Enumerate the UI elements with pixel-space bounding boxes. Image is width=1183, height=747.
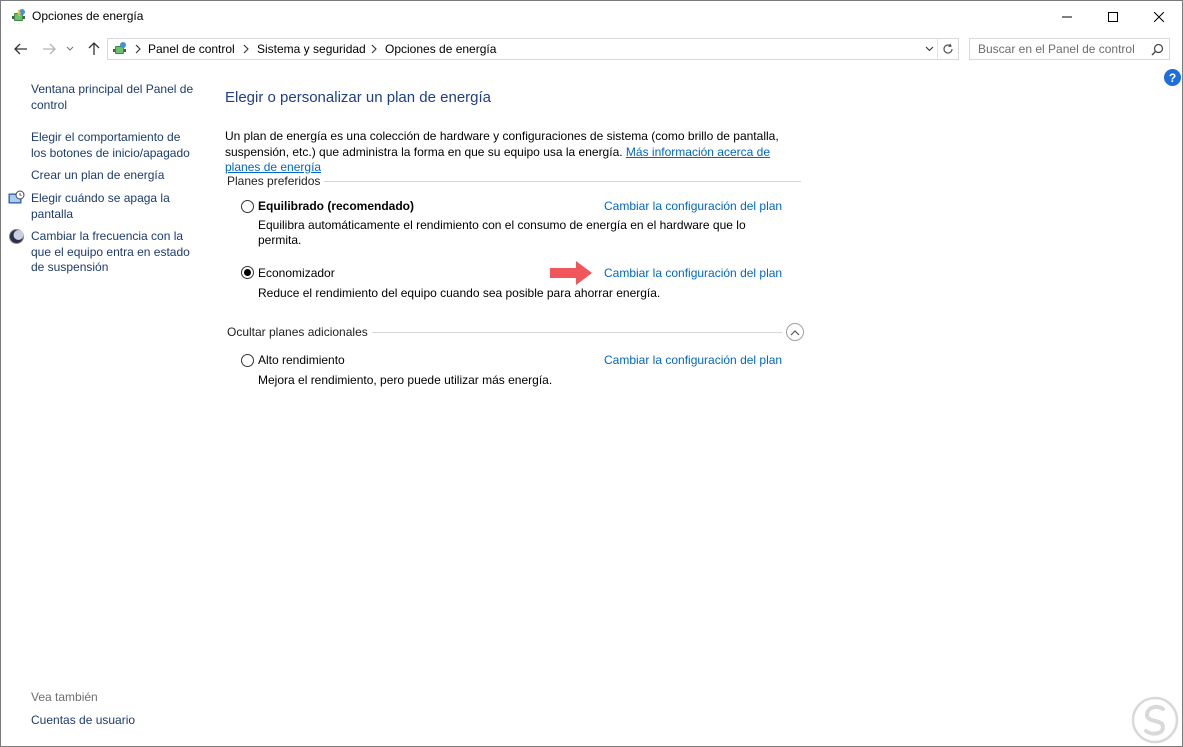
minimize-icon	[1062, 16, 1072, 17]
sidebar-item-control-panel-home[interactable]: Ventana principal del Panel de control	[31, 82, 193, 113]
back-button[interactable]	[10, 38, 32, 60]
see-also-heading: Vea también	[31, 690, 98, 704]
maximize-icon	[1108, 11, 1118, 22]
control-panel-icon	[113, 42, 126, 54]
sidebar-item-sleep[interactable]: Cambiar la frecuencia con la que el equi…	[31, 229, 190, 276]
forward-arrow-icon	[43, 43, 56, 55]
moon-icon	[9, 229, 24, 244]
maximize-button[interactable]	[1090, 1, 1136, 32]
back-arrow-icon	[14, 43, 27, 55]
plan-radio-high-performance[interactable]	[241, 354, 254, 367]
highlight-arrow-icon	[550, 261, 592, 285]
plan-description-high-performance: Mejora el rendimiento, pero puede utiliz…	[258, 373, 553, 387]
sidebar-item-label: Ventana principal del Panel de	[31, 82, 194, 96]
sidebar-item-label: Elegir cuándo se apaga la	[31, 191, 170, 205]
plan-radio-balanced[interactable]	[241, 200, 254, 213]
sidebar-item-label: Cambiar la frecuencia con la	[31, 229, 184, 243]
sidebar-item-label: Crear un plan de energía	[31, 168, 165, 182]
title-bar[interactable]: Opciones de energía	[1, 1, 1182, 32]
radio-selected-dot	[244, 269, 251, 276]
plan-radio-power-saver[interactable]	[241, 266, 254, 279]
help-icon: ?	[1168, 70, 1177, 85]
refresh-icon	[943, 43, 953, 54]
sidebar-item-label: pantalla	[31, 206, 74, 221]
sidebar-link-user-accounts[interactable]: Cuentas de usuario	[31, 713, 135, 727]
breadcrumb-separator-icon[interactable]	[242, 43, 250, 55]
sidebar-item-label: de suspensión	[31, 260, 109, 274]
search-icon[interactable]	[1151, 43, 1164, 56]
refresh-button[interactable]	[937, 39, 958, 59]
recent-locations-button[interactable]	[63, 38, 77, 60]
control-panel-window: Opciones de energía Panel de control Sis…	[0, 0, 1183, 747]
breadcrumb-sistema-y-seguridad[interactable]: Sistema y seguridad	[257, 42, 366, 56]
intro-text: Un plan de energía es una colección de h…	[225, 129, 805, 176]
sidebar-item-label: los botones de inicio/apagado	[31, 145, 190, 160]
page-title: Elegir o personalizar un plan de energía	[225, 89, 492, 106]
breadcrumb-opciones-de-energia[interactable]: Opciones de energía	[385, 42, 496, 56]
plan-name-balanced[interactable]: Equilibrado (recomendado)	[258, 199, 414, 213]
sidebar-item-power-buttons[interactable]: Elegir el comportamiento de los botones …	[31, 130, 190, 161]
plan-name-power-saver[interactable]: Economizador	[258, 266, 335, 280]
up-arrow-icon	[88, 42, 100, 55]
sidebar-item-label: control	[31, 97, 68, 112]
change-plan-settings-link-high-performance[interactable]: Cambiar la configuración del plan	[604, 353, 782, 367]
power-options-icon	[12, 9, 25, 21]
chevron-down-icon	[66, 46, 74, 51]
address-history-button[interactable]	[921, 39, 937, 59]
breadcrumb-panel-de-control[interactable]: Panel de control	[148, 42, 235, 56]
close-button[interactable]	[1136, 1, 1182, 32]
group-divider	[372, 332, 782, 333]
plan-description-balanced: Equilibra automáticamente el rendimiento…	[258, 218, 798, 248]
collapse-additional-plans-button[interactable]	[786, 323, 804, 341]
breadcrumb-separator-icon[interactable]	[370, 43, 378, 55]
chevron-up-icon	[790, 329, 800, 335]
breadcrumb-separator-icon[interactable]	[134, 43, 142, 55]
help-button[interactable]: ?	[1164, 69, 1181, 86]
minimize-button[interactable]	[1044, 1, 1090, 32]
chevron-down-icon	[925, 46, 933, 52]
group-divider	[324, 181, 801, 182]
search-placeholder: Buscar en el Panel de control	[978, 42, 1135, 56]
search-input[interactable]: Buscar en el Panel de control	[969, 38, 1170, 60]
monitor-clock-icon	[8, 190, 25, 204]
change-plan-settings-link-power-saver[interactable]: Cambiar la configuración del plan	[604, 266, 782, 280]
close-icon	[1154, 11, 1164, 22]
preferred-plans-heading: Planes preferidos	[227, 174, 321, 188]
address-bar[interactable]: Panel de control Sistema y seguridad Opc…	[107, 38, 959, 60]
forward-button[interactable]	[38, 38, 60, 60]
up-button[interactable]	[83, 38, 105, 60]
plan-description-text: Equilibra automáticamente el rendimiento…	[258, 218, 746, 247]
change-plan-settings-link-balanced[interactable]: Cambiar la configuración del plan	[604, 199, 782, 213]
plan-name-high-performance[interactable]: Alto rendimiento	[258, 353, 345, 367]
watermark-logo	[1131, 696, 1179, 744]
sidebar-item-display-off[interactable]: Elegir cuándo se apaga la pantalla	[31, 191, 170, 222]
sidebar-item-create-plan[interactable]: Crear un plan de energía	[31, 168, 164, 184]
additional-plans-heading[interactable]: Ocultar planes adicionales	[227, 325, 368, 339]
sidebar-item-label: Elegir el comportamiento de	[31, 130, 181, 144]
plan-description-power-saver: Reduce el rendimiento del equipo cuando …	[258, 286, 661, 300]
sidebar-item-label: que el equipo entra en estado	[31, 244, 190, 259]
window-title: Opciones de energía	[32, 9, 144, 23]
